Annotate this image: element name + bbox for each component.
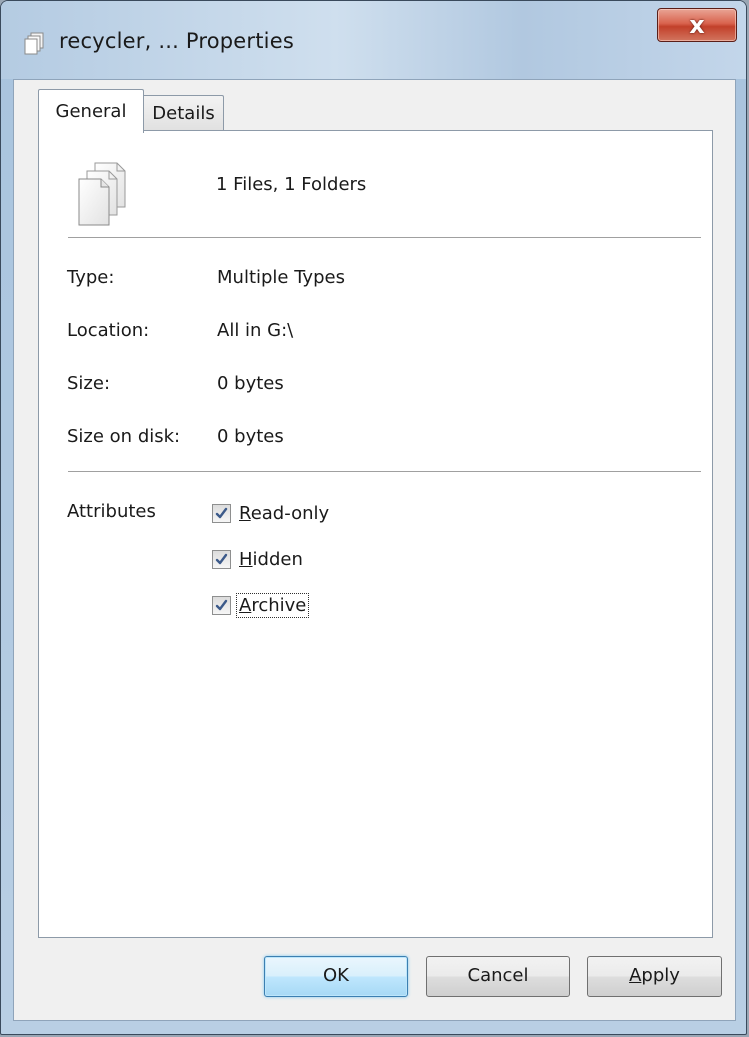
tab-general[interactable]: General <box>38 89 144 133</box>
title-bar[interactable]: recycler, ... Properties x <box>1 1 746 79</box>
separator <box>68 237 701 239</box>
location-value: All in G:\ <box>217 320 294 341</box>
attributes-label: Attributes <box>67 501 156 522</box>
multiple-files-icon <box>78 162 126 226</box>
close-button[interactable]: x <box>657 8 737 42</box>
location-label: Location: <box>67 320 150 341</box>
archive-label: Archive <box>235 593 310 618</box>
read-only-checkbox[interactable]: Read-only <box>212 503 330 524</box>
hidden-label: Hidden <box>239 549 303 570</box>
tab-details[interactable]: Details <box>144 95 224 130</box>
window-title: recycler, ... Properties <box>59 29 294 53</box>
hidden-checkbox[interactable]: Hidden <box>212 549 304 570</box>
check-mark-icon <box>215 553 228 565</box>
checkbox-box[interactable] <box>212 550 231 569</box>
selection-summary: 1 Files, 1 Folders <box>216 174 367 195</box>
ok-button[interactable]: OK <box>264 956 408 997</box>
apply-button[interactable]: Apply <box>587 956 722 997</box>
separator <box>68 471 701 473</box>
size-on-disk-value: 0 bytes <box>217 426 284 447</box>
type-label: Type: <box>67 267 115 288</box>
check-mark-icon <box>215 507 228 519</box>
dialog-client-area: General Details 1 Files, 1 Folders Type:… <box>13 79 736 1021</box>
cancel-button[interactable]: Cancel <box>426 956 570 997</box>
type-value: Multiple Types <box>217 267 345 288</box>
checkbox-box[interactable] <box>212 596 231 615</box>
properties-window: recycler, ... Properties x General Detai… <box>0 0 747 1035</box>
close-icon: x <box>689 11 705 39</box>
read-only-label: Read-only <box>239 503 330 524</box>
size-on-disk-label: Size on disk: <box>67 426 181 447</box>
multiple-files-icon <box>24 32 44 55</box>
check-mark-icon <box>215 599 228 611</box>
size-value: 0 bytes <box>217 373 284 394</box>
archive-checkbox[interactable]: Archive <box>212 593 310 618</box>
general-tab-panel: 1 Files, 1 Folders Type: Multiple Types … <box>38 130 713 938</box>
size-label: Size: <box>67 373 111 394</box>
checkbox-box[interactable] <box>212 504 231 523</box>
